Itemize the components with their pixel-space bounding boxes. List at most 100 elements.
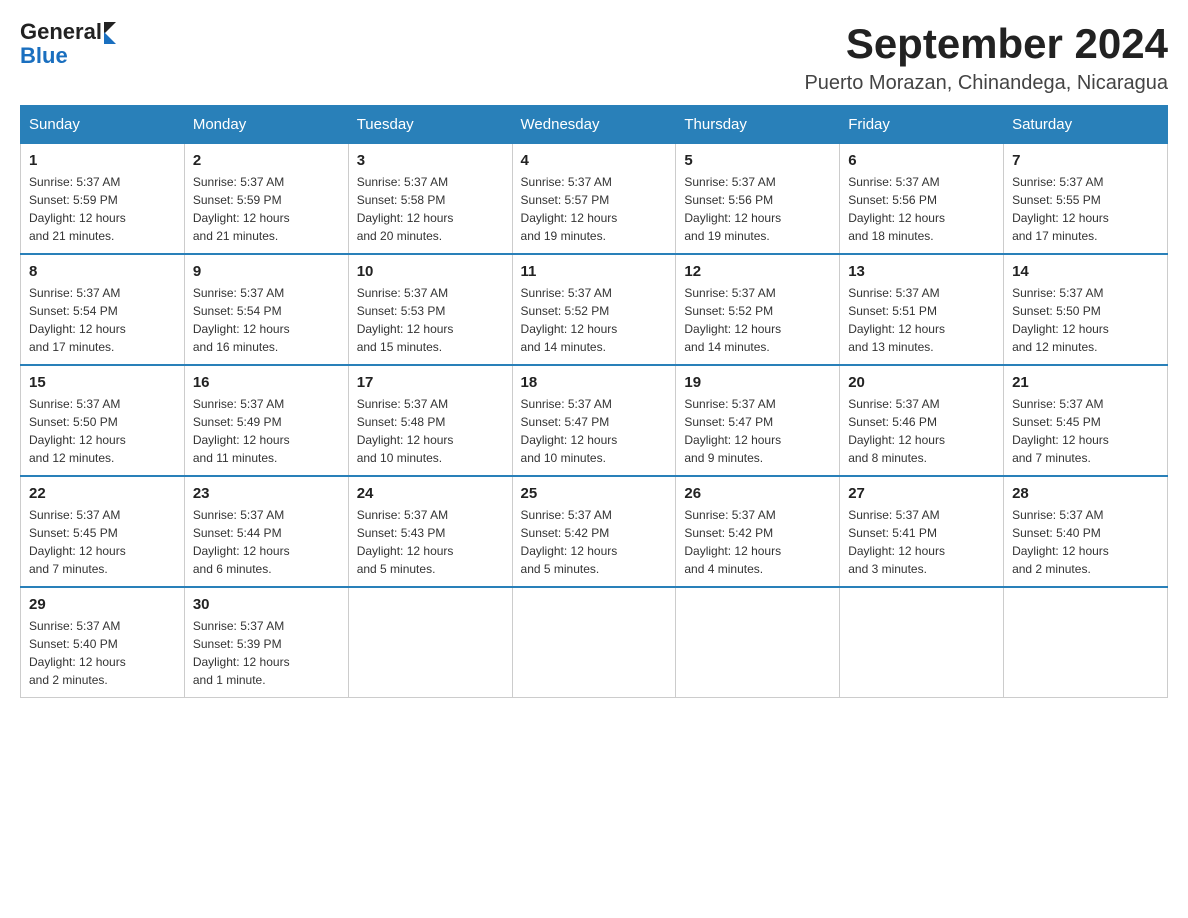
day-number: 16 <box>193 374 340 391</box>
day-number: 13 <box>848 263 995 280</box>
day-number: 10 <box>357 263 504 280</box>
calendar-day-cell: 10 Sunrise: 5:37 AMSunset: 5:53 PMDaylig… <box>348 254 512 365</box>
day-number: 5 <box>684 152 831 169</box>
calendar-day-cell: 13 Sunrise: 5:37 AMSunset: 5:51 PMDaylig… <box>840 254 1004 365</box>
calendar-day-cell: 3 Sunrise: 5:37 AMSunset: 5:58 PMDayligh… <box>348 144 512 255</box>
day-number: 4 <box>521 152 668 169</box>
logo: General Blue <box>20 20 116 68</box>
calendar-day-cell: 12 Sunrise: 5:37 AMSunset: 5:52 PMDaylig… <box>676 254 840 365</box>
day-number: 17 <box>357 374 504 391</box>
day-info: Sunrise: 5:37 AMSunset: 5:54 PMDaylight:… <box>193 284 340 356</box>
day-info: Sunrise: 5:37 AMSunset: 5:50 PMDaylight:… <box>1012 284 1159 356</box>
day-number: 26 <box>684 485 831 502</box>
day-info: Sunrise: 5:37 AMSunset: 5:45 PMDaylight:… <box>29 506 176 578</box>
calendar-day-cell: 30 Sunrise: 5:37 AMSunset: 5:39 PMDaylig… <box>184 587 348 698</box>
calendar-day-cell: 23 Sunrise: 5:37 AMSunset: 5:44 PMDaylig… <box>184 476 348 587</box>
day-number: 18 <box>521 374 668 391</box>
calendar-day-cell: 19 Sunrise: 5:37 AMSunset: 5:47 PMDaylig… <box>676 365 840 476</box>
day-info: Sunrise: 5:37 AMSunset: 5:40 PMDaylight:… <box>29 617 176 689</box>
calendar-week-row: 15 Sunrise: 5:37 AMSunset: 5:50 PMDaylig… <box>21 365 1168 476</box>
day-info: Sunrise: 5:37 AMSunset: 5:54 PMDaylight:… <box>29 284 176 356</box>
day-info: Sunrise: 5:37 AMSunset: 5:42 PMDaylight:… <box>521 506 668 578</box>
day-info: Sunrise: 5:37 AMSunset: 5:41 PMDaylight:… <box>848 506 995 578</box>
calendar-week-row: 29 Sunrise: 5:37 AMSunset: 5:40 PMDaylig… <box>21 587 1168 698</box>
logo-blue: Blue <box>20 43 68 68</box>
day-number: 1 <box>29 152 176 169</box>
calendar-day-cell: 28 Sunrise: 5:37 AMSunset: 5:40 PMDaylig… <box>1004 476 1168 587</box>
day-number: 8 <box>29 263 176 280</box>
day-info: Sunrise: 5:37 AMSunset: 5:56 PMDaylight:… <box>848 173 995 245</box>
calendar-day-cell: 9 Sunrise: 5:37 AMSunset: 5:54 PMDayligh… <box>184 254 348 365</box>
header-wednesday: Wednesday <box>512 106 676 144</box>
day-number: 11 <box>521 263 668 280</box>
day-number: 3 <box>357 152 504 169</box>
calendar-day-cell: 2 Sunrise: 5:37 AMSunset: 5:59 PMDayligh… <box>184 144 348 255</box>
calendar-day-cell: 29 Sunrise: 5:37 AMSunset: 5:40 PMDaylig… <box>21 587 185 698</box>
calendar-day-cell: 6 Sunrise: 5:37 AMSunset: 5:56 PMDayligh… <box>840 144 1004 255</box>
calendar-day-cell <box>1004 587 1168 698</box>
day-number: 23 <box>193 485 340 502</box>
day-number: 14 <box>1012 263 1159 280</box>
day-info: Sunrise: 5:37 AMSunset: 5:57 PMDaylight:… <box>521 173 668 245</box>
day-number: 21 <box>1012 374 1159 391</box>
title-section: September 2024 Puerto Morazan, Chinandeg… <box>804 20 1168 95</box>
calendar-day-cell: 24 Sunrise: 5:37 AMSunset: 5:43 PMDaylig… <box>348 476 512 587</box>
calendar-table: SundayMondayTuesdayWednesdayThursdayFrid… <box>20 105 1168 698</box>
calendar-day-cell <box>676 587 840 698</box>
day-number: 19 <box>684 374 831 391</box>
day-info: Sunrise: 5:37 AMSunset: 5:45 PMDaylight:… <box>1012 395 1159 467</box>
header-thursday: Thursday <box>676 106 840 144</box>
calendar-day-cell: 8 Sunrise: 5:37 AMSunset: 5:54 PMDayligh… <box>21 254 185 365</box>
day-number: 12 <box>684 263 831 280</box>
calendar-week-row: 8 Sunrise: 5:37 AMSunset: 5:54 PMDayligh… <box>21 254 1168 365</box>
day-info: Sunrise: 5:37 AMSunset: 5:47 PMDaylight:… <box>684 395 831 467</box>
day-info: Sunrise: 5:37 AMSunset: 5:43 PMDaylight:… <box>357 506 504 578</box>
day-info: Sunrise: 5:37 AMSunset: 5:48 PMDaylight:… <box>357 395 504 467</box>
header-friday: Friday <box>840 106 1004 144</box>
calendar-day-cell: 27 Sunrise: 5:37 AMSunset: 5:41 PMDaylig… <box>840 476 1004 587</box>
calendar-day-cell: 17 Sunrise: 5:37 AMSunset: 5:48 PMDaylig… <box>348 365 512 476</box>
calendar-header-row: SundayMondayTuesdayWednesdayThursdayFrid… <box>21 106 1168 144</box>
calendar-title: September 2024 <box>804 20 1168 68</box>
day-info: Sunrise: 5:37 AMSunset: 5:59 PMDaylight:… <box>193 173 340 245</box>
calendar-day-cell <box>840 587 1004 698</box>
logo-general: General <box>20 20 102 44</box>
calendar-day-cell: 16 Sunrise: 5:37 AMSunset: 5:49 PMDaylig… <box>184 365 348 476</box>
day-info: Sunrise: 5:37 AMSunset: 5:46 PMDaylight:… <box>848 395 995 467</box>
calendar-day-cell: 4 Sunrise: 5:37 AMSunset: 5:57 PMDayligh… <box>512 144 676 255</box>
calendar-week-row: 22 Sunrise: 5:37 AMSunset: 5:45 PMDaylig… <box>21 476 1168 587</box>
day-number: 25 <box>521 485 668 502</box>
day-number: 30 <box>193 596 340 613</box>
header-tuesday: Tuesday <box>348 106 512 144</box>
day-number: 24 <box>357 485 504 502</box>
day-info: Sunrise: 5:37 AMSunset: 5:50 PMDaylight:… <box>29 395 176 467</box>
day-info: Sunrise: 5:37 AMSunset: 5:51 PMDaylight:… <box>848 284 995 356</box>
day-info: Sunrise: 5:37 AMSunset: 5:40 PMDaylight:… <box>1012 506 1159 578</box>
day-info: Sunrise: 5:37 AMSunset: 5:53 PMDaylight:… <box>357 284 504 356</box>
calendar-day-cell: 5 Sunrise: 5:37 AMSunset: 5:56 PMDayligh… <box>676 144 840 255</box>
calendar-day-cell <box>512 587 676 698</box>
day-info: Sunrise: 5:37 AMSunset: 5:44 PMDaylight:… <box>193 506 340 578</box>
calendar-day-cell: 20 Sunrise: 5:37 AMSunset: 5:46 PMDaylig… <box>840 365 1004 476</box>
calendar-day-cell: 26 Sunrise: 5:37 AMSunset: 5:42 PMDaylig… <box>676 476 840 587</box>
day-info: Sunrise: 5:37 AMSunset: 5:39 PMDaylight:… <box>193 617 340 689</box>
day-number: 22 <box>29 485 176 502</box>
calendar-day-cell: 25 Sunrise: 5:37 AMSunset: 5:42 PMDaylig… <box>512 476 676 587</box>
calendar-day-cell: 14 Sunrise: 5:37 AMSunset: 5:50 PMDaylig… <box>1004 254 1168 365</box>
header-sunday: Sunday <box>21 106 185 144</box>
day-info: Sunrise: 5:37 AMSunset: 5:49 PMDaylight:… <box>193 395 340 467</box>
header-monday: Monday <box>184 106 348 144</box>
day-info: Sunrise: 5:37 AMSunset: 5:52 PMDaylight:… <box>684 284 831 356</box>
day-number: 20 <box>848 374 995 391</box>
calendar-day-cell: 22 Sunrise: 5:37 AMSunset: 5:45 PMDaylig… <box>21 476 185 587</box>
day-number: 7 <box>1012 152 1159 169</box>
page-header: General Blue September 2024 Puerto Moraz… <box>20 20 1168 95</box>
day-number: 9 <box>193 263 340 280</box>
calendar-day-cell: 18 Sunrise: 5:37 AMSunset: 5:47 PMDaylig… <box>512 365 676 476</box>
day-number: 2 <box>193 152 340 169</box>
calendar-week-row: 1 Sunrise: 5:37 AMSunset: 5:59 PMDayligh… <box>21 144 1168 255</box>
calendar-day-cell: 1 Sunrise: 5:37 AMSunset: 5:59 PMDayligh… <box>21 144 185 255</box>
day-number: 29 <box>29 596 176 613</box>
calendar-day-cell <box>348 587 512 698</box>
day-info: Sunrise: 5:37 AMSunset: 5:47 PMDaylight:… <box>521 395 668 467</box>
